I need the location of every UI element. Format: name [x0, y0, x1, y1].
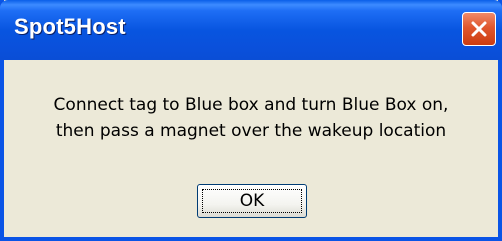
title-bar[interactable]: Spot5Host [0, 0, 502, 60]
ok-button[interactable]: OK [197, 184, 307, 218]
close-icon [470, 20, 488, 38]
window-title: Spot5Host [14, 14, 126, 39]
message-dialog: Spot5Host Connect tag to Blue box and tu… [0, 0, 502, 241]
ok-button-label: OK [202, 189, 302, 213]
close-button[interactable] [462, 12, 496, 46]
message-line-2: then pass a magnet over the wakeup locat… [55, 121, 447, 141]
dialog-message: Connect tag to Blue box and turn Blue Bo… [4, 92, 498, 144]
message-line-1: Connect tag to Blue box and turn Blue Bo… [53, 95, 449, 115]
